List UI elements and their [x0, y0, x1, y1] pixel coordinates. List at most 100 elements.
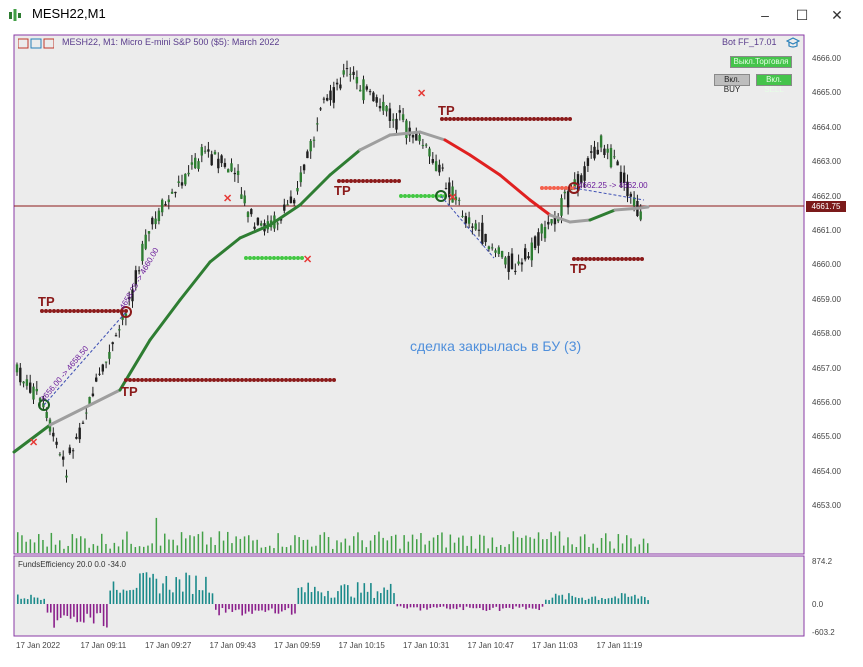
indicator-bar	[416, 604, 418, 608]
volume-bar	[462, 535, 464, 553]
indicator-bar	[129, 590, 131, 604]
indicator-bar	[310, 592, 313, 604]
indicator-bar	[389, 583, 392, 604]
volume-bar	[92, 544, 95, 553]
indicator-bar	[135, 587, 138, 604]
indicator-bar	[459, 604, 461, 608]
indicator-bar	[350, 596, 352, 604]
volume-bar	[214, 544, 216, 553]
volume-bar	[369, 540, 372, 553]
volume-bar	[416, 539, 418, 553]
indicator-bar	[330, 597, 333, 604]
volume-bar	[571, 544, 573, 553]
volume-bar	[630, 538, 632, 553]
current-price-tag: 4661.75	[806, 201, 846, 212]
volume-bar	[491, 537, 494, 553]
volume-bar	[96, 545, 99, 553]
indicator-bar	[518, 604, 521, 608]
indicator-bar	[248, 604, 250, 612]
buy-toggle-button[interactable]: Вкл. BUY	[714, 74, 750, 94]
volume-bar	[46, 546, 48, 553]
candle	[372, 91, 375, 102]
volume-bar	[575, 547, 578, 553]
price-tick: 4665.00	[812, 88, 841, 98]
indicator-bar	[488, 604, 491, 611]
volume-bar	[642, 538, 645, 553]
indicator-bar	[79, 604, 82, 622]
volume-bar	[63, 548, 65, 553]
indicator-bar	[564, 599, 567, 604]
sell-toggle-button[interactable]: Вкл. SELL	[756, 74, 792, 94]
volume-bar	[399, 548, 401, 553]
indicator-bar	[327, 590, 329, 604]
entry-level	[244, 256, 304, 260]
close-mark-icon: ✕	[448, 192, 457, 204]
indicator-bar	[218, 604, 220, 616]
indicator-bar	[607, 598, 610, 604]
indicator-bar	[307, 582, 309, 604]
indicator-bar	[76, 604, 78, 623]
volume-bar	[596, 547, 599, 553]
indicator-bar	[525, 604, 527, 610]
volume-bar	[407, 541, 410, 553]
tp-label: TP	[334, 183, 351, 198]
indicator-bar	[581, 597, 583, 604]
volume-bar	[647, 543, 649, 553]
indicator-bar	[551, 597, 554, 604]
volume-bar	[512, 531, 515, 553]
volume-bar	[441, 532, 443, 553]
volume-bar	[117, 546, 120, 553]
indicator-bar	[165, 576, 168, 604]
volume-bar	[281, 546, 284, 553]
indicator-bar	[370, 583, 372, 604]
volume-bar	[516, 537, 519, 553]
volume-bar	[537, 532, 540, 553]
indicator-bar	[545, 599, 547, 604]
indicator-bar	[376, 591, 379, 604]
volume-bar	[222, 540, 225, 553]
indicator-bar	[234, 604, 237, 611]
volume-bar	[365, 547, 368, 553]
indicator-bar	[224, 604, 227, 613]
volume-bar	[470, 536, 473, 553]
volume-bar	[172, 539, 174, 553]
volume-bar	[147, 545, 149, 553]
volume-bar	[626, 535, 628, 553]
indicator-bar	[251, 604, 253, 614]
volume-bar	[239, 538, 242, 553]
volume-bar	[113, 542, 116, 553]
indicator-bar	[50, 604, 52, 613]
volume-bar	[260, 547, 263, 553]
price-chart[interactable]: ✕ ✕ ✕ ✕ ✕ TP TP TP TP TP 4656.00 -> 4658…	[0, 0, 863, 667]
price-tick: 4662.00	[812, 191, 841, 201]
ma-segment	[638, 205, 650, 210]
volume-bar	[134, 547, 137, 553]
indicator-bar	[69, 604, 72, 619]
volume-bar	[130, 543, 132, 553]
indicator-bar	[630, 596, 633, 604]
indicator-bar	[66, 604, 69, 616]
tp-label: TP	[121, 384, 138, 399]
indicator-bar	[482, 604, 484, 611]
volume-bar	[554, 535, 557, 553]
indicator-bar	[541, 604, 544, 607]
indicator-bar	[145, 572, 148, 604]
volume-bar	[84, 538, 86, 553]
indicator-bar	[119, 592, 121, 604]
indicator-tick: -603.2	[812, 628, 835, 637]
indicator-bar	[274, 604, 276, 614]
indicator-bar	[452, 604, 455, 609]
indicator-bar	[578, 598, 580, 604]
indicator-bar	[538, 604, 540, 611]
indicator-bar	[96, 604, 98, 614]
close-mark-icon: ✕	[417, 88, 426, 100]
trade-toggle-button[interactable]: Выкл.Торговля	[730, 56, 792, 68]
chart-type-icons[interactable]	[18, 38, 54, 50]
volume-bar	[605, 533, 607, 553]
indicator-bar	[528, 604, 531, 608]
candle	[184, 173, 187, 187]
indicator-bar	[571, 595, 573, 604]
volume-bar	[348, 545, 351, 553]
volume-bar	[340, 542, 342, 553]
indicator-bar	[53, 604, 55, 628]
